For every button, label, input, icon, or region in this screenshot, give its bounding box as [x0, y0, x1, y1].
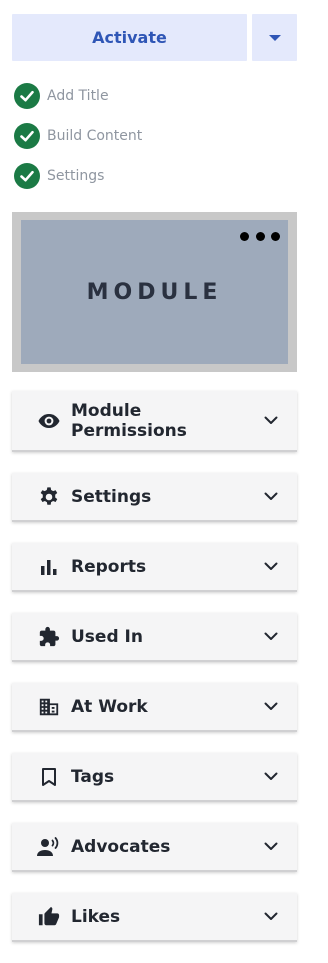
step-label: Add Title: [47, 88, 109, 104]
chevron-down-icon: [263, 699, 279, 715]
panel-label: Used In: [71, 626, 143, 647]
panel-tags[interactable]: Tags: [12, 753, 297, 802]
chevron-down-icon: [263, 769, 279, 785]
panel-label: Module Permissions: [71, 400, 187, 441]
activate-dropdown-button[interactable]: [252, 14, 297, 61]
chevron-down-icon: [263, 413, 279, 429]
bookmark-icon: [37, 765, 61, 789]
more-horizontal-icon[interactable]: [240, 228, 280, 244]
puzzle-icon: [37, 625, 61, 649]
panel-advocates[interactable]: Advocates: [12, 823, 297, 872]
chevron-down-icon: [263, 909, 279, 925]
panel-label: Advocates: [71, 836, 171, 857]
person-voice-icon: [37, 835, 61, 859]
panel-reports[interactable]: Reports: [12, 543, 297, 592]
check-circle-icon: [14, 123, 40, 149]
building-icon: [37, 695, 61, 719]
chevron-down-icon: [263, 629, 279, 645]
chevron-down-icon: [263, 489, 279, 505]
step-label: Settings: [47, 168, 105, 184]
check-circle-icon: [14, 83, 40, 109]
activate-button-group: Activate: [12, 14, 297, 61]
activate-button[interactable]: Activate: [12, 14, 247, 61]
caret-down-icon: [268, 30, 281, 45]
panel-label: Likes: [71, 906, 121, 927]
panel-label: At Work: [71, 696, 148, 717]
panel-module-permissions[interactable]: Module Permissions: [12, 391, 297, 452]
thumbs-up-icon: [37, 905, 61, 929]
step-item: Settings: [14, 163, 142, 189]
panel-settings[interactable]: Settings: [12, 473, 297, 522]
panel-likes[interactable]: Likes: [12, 893, 297, 942]
gear-icon: [37, 485, 61, 509]
step-checklist: Add Title Build Content Settings: [14, 83, 142, 203]
panel-label: Reports: [71, 556, 147, 577]
step-item: Build Content: [14, 123, 142, 149]
panel-at-work[interactable]: At Work: [12, 683, 297, 732]
module-thumbnail[interactable]: MODULE: [12, 212, 297, 372]
bar-chart-icon: [37, 555, 61, 579]
eye-icon: [37, 409, 61, 433]
chevron-down-icon: [263, 559, 279, 575]
panel-used-in[interactable]: Used In: [12, 613, 297, 662]
step-item: Add Title: [14, 83, 142, 109]
module-title: MODULE: [86, 279, 223, 305]
panel-label: Tags: [71, 766, 115, 787]
check-circle-icon: [14, 163, 40, 189]
chevron-down-icon: [263, 839, 279, 855]
module-thumbnail-image: MODULE: [21, 220, 288, 364]
panel-label: Settings: [71, 486, 152, 507]
step-label: Build Content: [47, 128, 143, 144]
